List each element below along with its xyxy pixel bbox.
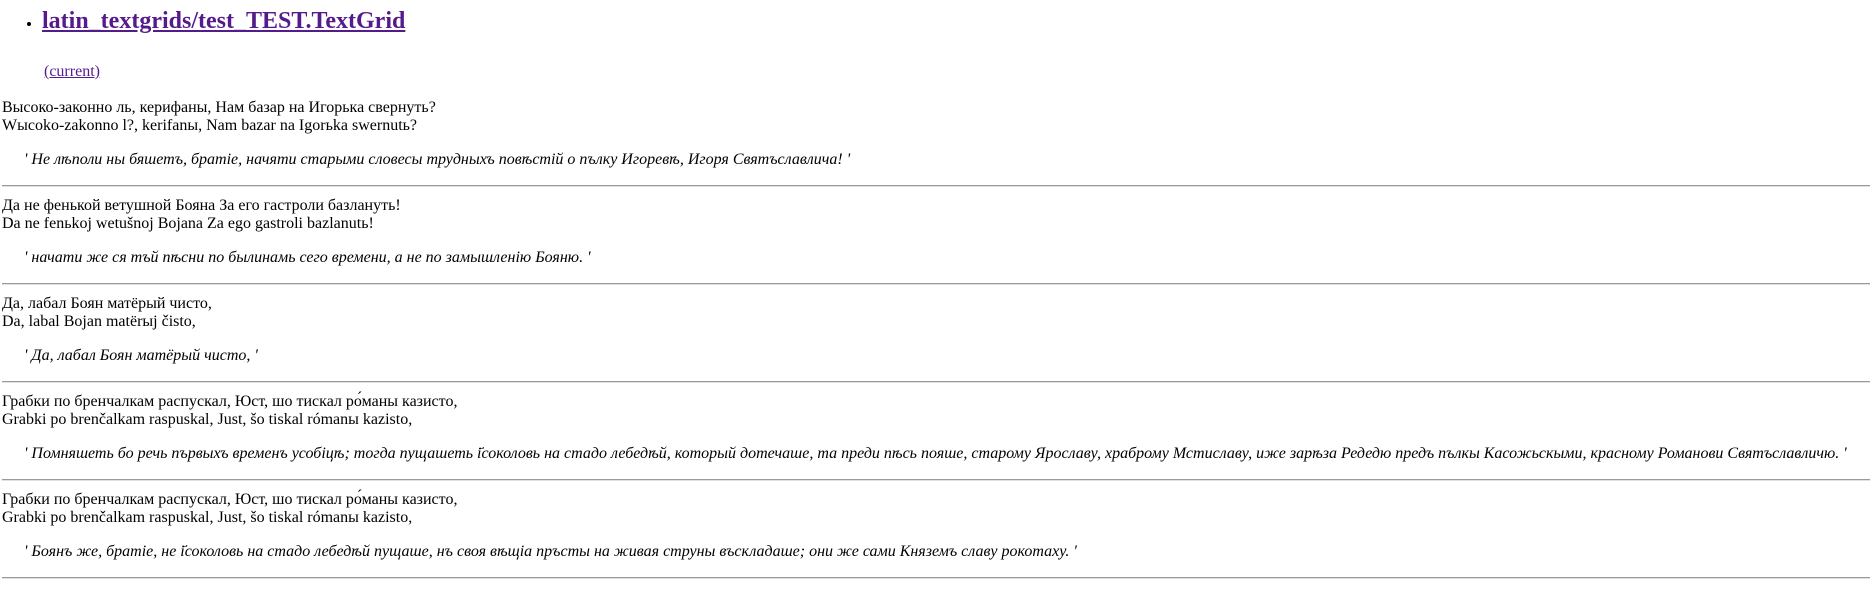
entry: Грабки по бренчалкам распускал, Юст, шо …: [2, 491, 1870, 579]
latin-line: Da ne fenьkoj wetušnoj Bojana Za ego gas…: [2, 215, 374, 232]
divider: [2, 577, 1870, 579]
current-link[interactable]: (current): [44, 63, 100, 80]
entries-list: Высоко-законно ль, керифаны, Нам базар н…: [2, 99, 1870, 579]
file-list-item: latin_textgrids/test_TEST.TextGrid: [42, 8, 1870, 35]
entry: Грабки по бренчалкам распускал, Юст, шо …: [2, 393, 1870, 481]
original-quote: ' начати же ся тъй пѣсни по былинамь сег…: [24, 249, 591, 266]
divider: [2, 381, 1870, 383]
file-link[interactable]: latin_textgrids/test_TEST.TextGrid: [42, 8, 405, 34]
cyrillic-line: Высоко-законно ль, керифаны, Нам базар н…: [2, 99, 436, 116]
cyrillic-line: Грабки по бренчалкам распускал, Юст, шо …: [2, 393, 458, 410]
original-quote: ' Боянъ же, братіе, не і҃соколовь на ста…: [24, 543, 1077, 560]
divider: [2, 479, 1870, 481]
entry: Высоко-законно ль, керифаны, Нам базар н…: [2, 99, 1870, 187]
divider: [2, 185, 1870, 187]
current-link-wrap: (current): [44, 63, 1870, 81]
original-quote: ' Помняшеть бо речь първыхъ временъ усоб…: [24, 445, 1847, 462]
cyrillic-line: Грабки по бренчалкам распускал, Юст, шо …: [2, 491, 458, 508]
entry: Да, лабал Боян матёрый чисто, Da, labal …: [2, 295, 1870, 383]
entry: Да не фенькой ветушной Бояна За его гаст…: [2, 197, 1870, 285]
cyrillic-line: Да, лабал Боян матёрый чисто,: [2, 295, 212, 312]
latin-line: Wысoko-zakonno l?, kerifanы, Nam bazar n…: [2, 117, 418, 134]
divider: [2, 283, 1870, 285]
latin-line: Grabki po brenčalkam raspuskal, Just, šo…: [2, 411, 413, 428]
file-list: latin_textgrids/test_TEST.TextGrid: [2, 8, 1870, 35]
original-quote: ' Да, лабал Боян матёрый чисто, ': [24, 347, 258, 364]
cyrillic-line: Да не фенькой ветушной Бояна За его гаст…: [2, 197, 401, 214]
latin-line: Da, labal Bojan matёrыj čisto,: [2, 313, 196, 330]
latin-line: Grabki po brenčalkam raspuskal, Just, šo…: [2, 509, 413, 526]
original-quote: ' Не лѣполи ны бяшетъ, братіе, начяти ст…: [24, 151, 851, 168]
file-heading: latin_textgrids/test_TEST.TextGrid: [42, 8, 1870, 35]
